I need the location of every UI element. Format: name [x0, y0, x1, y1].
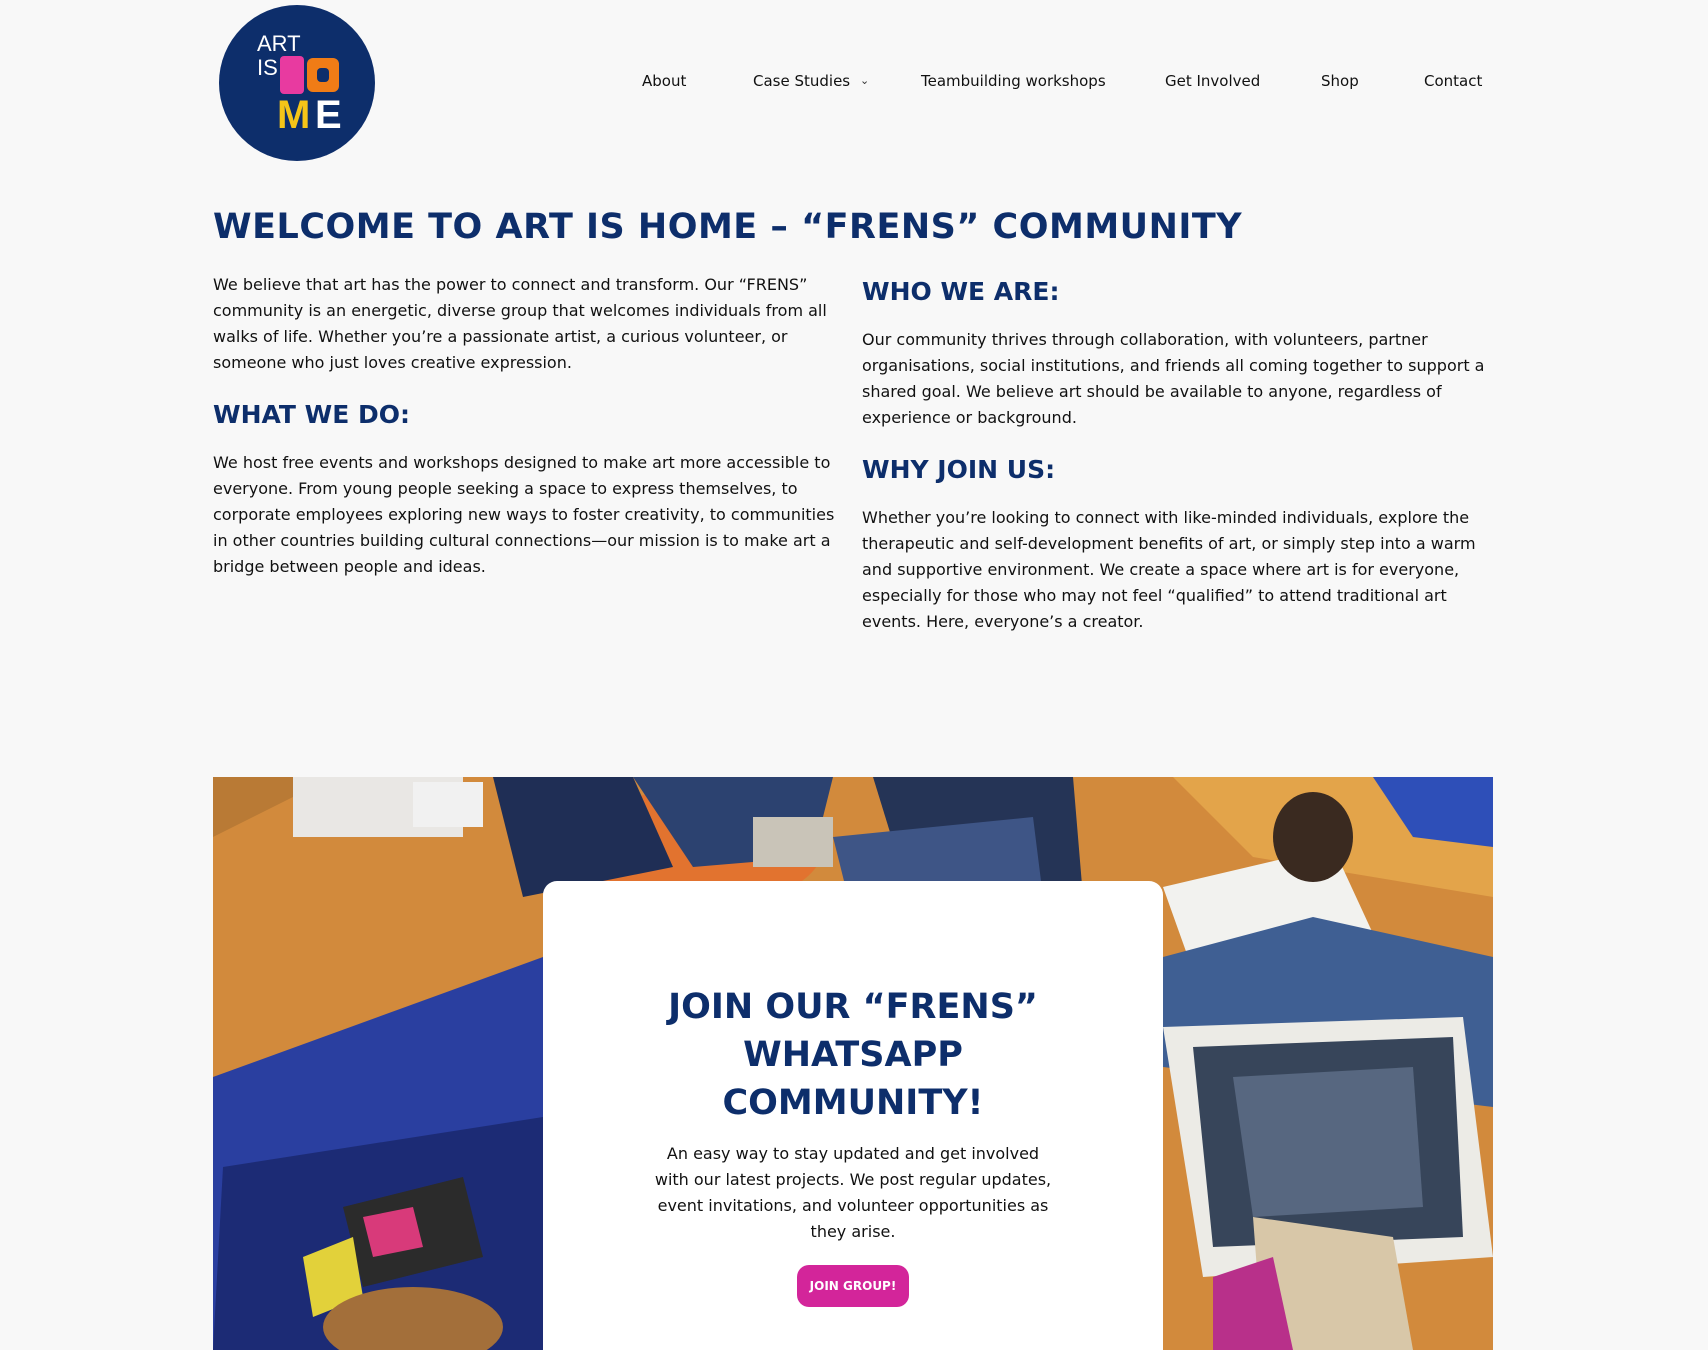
logo-text-art: ART: [257, 31, 301, 56]
join-group-button[interactable]: JOIN GROUP!: [797, 1265, 909, 1307]
what-we-do-heading: WHAT WE DO:: [213, 400, 411, 429]
what-we-do-text: We host free events and workshops design…: [213, 453, 835, 576]
logo-text-is: IS: [257, 55, 278, 80]
logo-text-m: M: [277, 93, 311, 137]
chevron-down-icon[interactable]: ⌄: [860, 74, 869, 87]
logo-letter-o-shape: [307, 58, 339, 92]
nav-shop[interactable]: Shop: [1321, 72, 1359, 90]
who-we-are-heading: WHO WE ARE:: [862, 277, 1060, 306]
nav-get-involved[interactable]: Get Involved: [1165, 72, 1260, 90]
page-title: WELCOME TO ART IS HOME – “FRENS” COMMUNI…: [213, 207, 1243, 247]
whatsapp-card-title: JOIN OUR “FRENS” WHATSAPP COMMUNITY!: [668, 987, 1038, 1123]
who-we-are-text: Our community thrives through collaborat…: [862, 330, 1485, 427]
nav-case-studies[interactable]: Case Studies: [753, 72, 850, 90]
nav-about[interactable]: About: [642, 72, 686, 90]
site-logo[interactable]: ART IS M E: [219, 5, 375, 161]
why-join-text: Whether you’re looking to connect with l…: [862, 508, 1476, 631]
why-join-heading: WHY JOIN US:: [862, 455, 1056, 484]
logo-letter-h-shape: [280, 56, 304, 94]
whatsapp-community-card: JOIN OUR “FRENS” WHATSAPP COMMUNITY! An …: [543, 881, 1163, 1350]
whatsapp-card-text: An easy way to stay updated and get invo…: [654, 1144, 1052, 1241]
intro-text: We believe that art has the power to con…: [213, 275, 827, 372]
logo-text-e: E: [315, 93, 342, 137]
nav-teambuilding-workshops[interactable]: Teambuilding workshops: [921, 72, 1106, 90]
nav-contact[interactable]: Contact: [1424, 72, 1482, 90]
